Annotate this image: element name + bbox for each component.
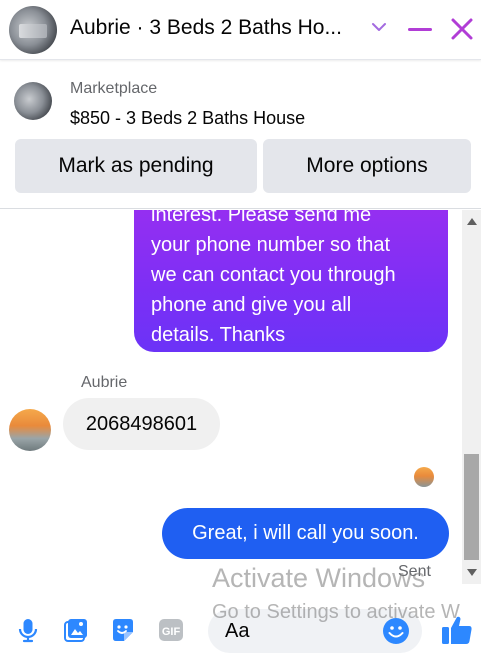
message-line: your phone number so that (151, 234, 391, 256)
outgoing-message-text: interest. Please send me your phone numb… (151, 210, 436, 350)
outgoing-message-bubble: interest. Please send me your phone numb… (134, 210, 448, 352)
photo-icon[interactable] (62, 616, 90, 644)
seen-indicator-avatar (414, 467, 434, 487)
marketplace-label: Marketplace (70, 80, 158, 97)
incoming-message-bubble: 2068498601 (63, 398, 220, 450)
marketplace-panel: Marketplace $850 - 3 Beds 2 Baths House … (0, 64, 481, 209)
scroll-down-icon[interactable] (467, 569, 477, 576)
more-options-button[interactable]: More options (263, 139, 471, 193)
message-line: details. Thanks (151, 324, 286, 346)
chat-avatar[interactable] (9, 6, 57, 54)
sender-name: Aubrie (81, 374, 128, 391)
listing-thumbnail[interactable] (14, 82, 52, 120)
scroll-up-icon[interactable] (467, 218, 477, 225)
mark-pending-button[interactable]: Mark as pending (15, 139, 257, 193)
sender-avatar[interactable] (9, 409, 51, 451)
close-icon[interactable] (448, 15, 476, 43)
minimize-icon[interactable] (408, 28, 432, 31)
svg-text:GIF: GIF (162, 626, 181, 638)
chat-header: Aubrie · 3 Beds 2 Baths Ho... (0, 0, 481, 60)
chat-title[interactable]: Aubrie · 3 Beds 2 Baths Ho... (70, 16, 360, 40)
message-line: phone and give you all (151, 294, 352, 316)
message-line: we can contact you through (151, 264, 396, 286)
sticker-icon[interactable] (109, 616, 137, 644)
listing-title[interactable]: $850 - 3 Beds 2 Baths House (70, 108, 305, 129)
gif-icon[interactable]: GIF (157, 616, 185, 644)
conversation: interest. Please send me your phone numb… (0, 210, 462, 590)
chevron-down-icon[interactable] (370, 18, 388, 36)
outgoing-message-bubble: Great, i will call you soon. (162, 508, 449, 559)
activation-watermark-title: Activate Windows (212, 563, 426, 593)
mic-icon[interactable] (14, 616, 42, 644)
message-line: interest. Please send me (151, 210, 372, 226)
activation-watermark-subtitle: Go to Settings to activate W (212, 601, 460, 623)
scrollbar-thumb[interactable] (464, 454, 479, 560)
scrollbar[interactable] (462, 210, 481, 584)
